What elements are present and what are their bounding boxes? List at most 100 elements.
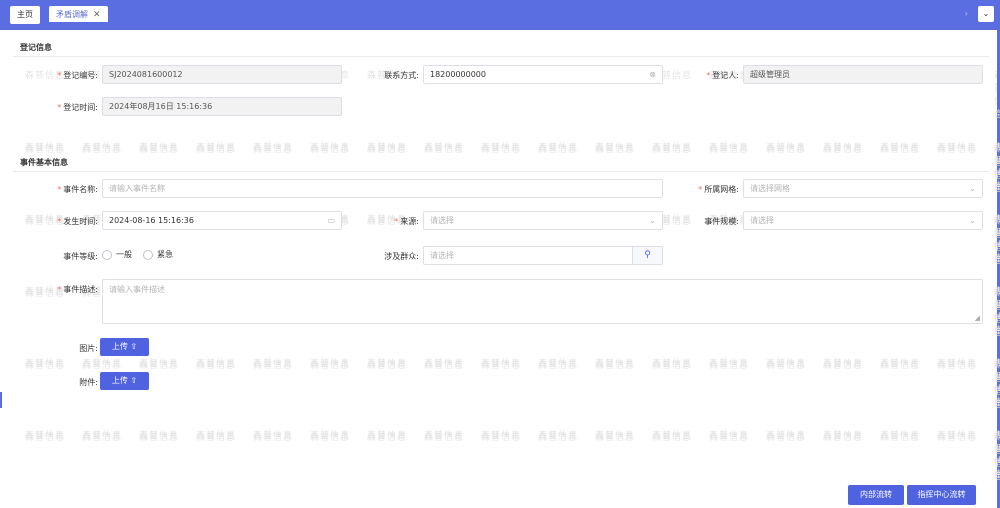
watermark-text: 森普信息 xyxy=(994,359,1000,408)
event-name-input[interactable]: 请输入事件名称 xyxy=(102,179,663,198)
source-label: * 来源: xyxy=(394,217,419,226)
command-center-button[interactable]: 指挥中心流转 xyxy=(907,485,976,505)
section-register-title: 登记信息 xyxy=(20,43,52,52)
watermark-text: 森普信息 xyxy=(310,361,351,371)
watermark-text: 森普信息 xyxy=(196,145,237,155)
watermark-text: 森普信息 xyxy=(367,361,408,371)
watermark-text: 森普信息 xyxy=(880,431,921,441)
watermark-text: 森普信息 xyxy=(880,145,921,155)
chevron-down-icon: ⌄ xyxy=(969,184,976,193)
upload-image-button[interactable]: 上传 ⇧ xyxy=(100,338,149,356)
watermark-text: 森普信息 xyxy=(481,359,522,369)
event-name-label: * 事件名称: xyxy=(57,185,98,194)
watermark-text: 森普信息 xyxy=(253,361,294,371)
watermark-text: 森普信息 xyxy=(139,431,180,441)
watermark-text: 森普信息 xyxy=(823,145,864,155)
register-time-field: 2024年08月16日 15:16:36 xyxy=(102,97,342,116)
watermark-text: 森普信息 xyxy=(766,359,807,369)
level-radio-urgent[interactable]: 紧急 xyxy=(143,249,173,260)
chevron-down-icon: ⌄ xyxy=(649,216,656,225)
watermark-text: 森普信息 xyxy=(367,431,408,441)
watermark-text: 森普信息 xyxy=(766,145,807,155)
internal-flow-button[interactable]: 内部流转 xyxy=(848,485,904,505)
close-icon[interactable]: ✕ xyxy=(93,10,101,20)
source-select[interactable]: 请选择 ⌄ xyxy=(423,211,663,230)
watermark-text: 森普信息 xyxy=(538,143,579,153)
watermark-text: 森普信息 xyxy=(82,359,123,369)
watermark-text: 森普信息 xyxy=(310,431,351,441)
watermark-text: 森普信息 xyxy=(25,359,66,369)
watermark-text: 森普信息 xyxy=(139,433,180,443)
watermark-text: 森普信息 xyxy=(994,145,1000,194)
watermark-text: 森普信息 xyxy=(994,361,1000,410)
watermark-text: 森普信息 xyxy=(253,431,294,441)
watermark-text: 森普信息 xyxy=(25,145,66,155)
watermark-text: 森普信息 xyxy=(937,145,978,155)
watermark-text: 森普信息 xyxy=(25,143,66,153)
watermark-text: 森普信息 xyxy=(709,359,750,369)
watermark-text: 森普信息 xyxy=(994,287,1000,336)
section-event-title: 事件基本信息 xyxy=(20,158,68,167)
watermark-text: 森普信息 xyxy=(82,361,123,371)
watermark-text: 森普信息 xyxy=(937,359,978,369)
watermark-text: 森普信息 xyxy=(937,143,978,153)
watermark-text: 森普信息 xyxy=(652,143,693,153)
level-radio-normal[interactable]: 一般 xyxy=(102,249,132,260)
watermark-text: 森普信息 xyxy=(766,433,807,443)
watermark-text: 森普信息 xyxy=(880,143,921,153)
scale-placeholder: 请选择 xyxy=(750,216,774,225)
watermark-text: 森普信息 xyxy=(253,145,294,155)
upload-attach-button[interactable]: 上传 ⇧ xyxy=(100,372,149,390)
watermark-text: 森普信息 xyxy=(709,143,750,153)
form-panel: 森普信息 森普信息 森普信息 森普信息 森普信息 森普信息 森普信息 森普信息 森普信息 森普信息… xyxy=(3,30,1000,508)
radio-circle[interactable] xyxy=(143,249,153,260)
watermark-text: 森普信息 xyxy=(937,433,978,443)
tab-home[interactable]: 主页 xyxy=(10,6,40,24)
watermark-text: 森普信息 xyxy=(139,359,180,369)
code-label: * 登记编号: xyxy=(57,71,98,80)
watermark-text: 森普信息 xyxy=(766,361,807,371)
watermark-text: 森普信息 xyxy=(766,431,807,441)
watermark-text: 森普信息 xyxy=(538,433,579,443)
tab-home-label: 主页 xyxy=(17,10,33,19)
watermark-text: 森普信息 xyxy=(652,145,693,155)
occur-time-value: 2024-08-16 15:16:36 xyxy=(109,216,194,225)
grid-placeholder: 请选择网格 xyxy=(750,184,790,193)
people-select[interactable]: 请选择 ⚲ xyxy=(423,246,663,265)
radio-circle[interactable] xyxy=(102,249,112,260)
phone-field[interactable]: 18200000000 ⊗ xyxy=(423,65,663,84)
grid-select[interactable]: 请选择网格 ⌄ xyxy=(743,179,983,198)
watermark-text: 森普信息 xyxy=(310,433,351,443)
tab-mediation[interactable]: 矛盾调解 ✕ xyxy=(49,6,108,24)
watermark-text: 森普信息 xyxy=(82,145,123,155)
watermark-text: 森普信息 xyxy=(652,433,693,443)
registrar-field: 超级管理员 xyxy=(743,65,983,84)
watermark-text: 森普信息 xyxy=(310,145,351,155)
chevron-right-icon[interactable]: › xyxy=(965,9,968,18)
watermark-text: 森普信息 xyxy=(595,433,636,443)
watermark-text: 森普信息 xyxy=(139,361,180,371)
clear-icon[interactable]: ⊗ xyxy=(649,66,656,83)
watermark-text: 森普信息 xyxy=(595,361,636,371)
watermark-text: 森普信息 xyxy=(880,433,921,443)
watermark-text: 森普信息 xyxy=(196,361,237,371)
watermark-text: 森普信息 xyxy=(823,361,864,371)
scale-select[interactable]: 请选择 ⌄ xyxy=(743,211,983,230)
watermark-text: 森普信息 xyxy=(709,145,750,155)
chevron-down-icon: ⌄ xyxy=(969,216,976,225)
registrar-label: * 登记人: xyxy=(706,71,739,80)
watermark-text: 森普信息 xyxy=(82,431,123,441)
search-icon[interactable]: ⚲ xyxy=(632,247,662,264)
chevron-down-icon[interactable]: ⌄ xyxy=(978,6,994,22)
watermark-text: 森普信息 xyxy=(652,359,693,369)
resize-handle-icon[interactable]: ◢ xyxy=(975,314,980,322)
watermark-text: 森普信息 xyxy=(424,145,465,155)
level-label: 事件等级: xyxy=(63,252,98,261)
watermark-text: 森普信息 xyxy=(253,433,294,443)
occur-time-picker[interactable]: 2024-08-16 15:16:36 ▭ xyxy=(102,211,342,230)
desc-textarea[interactable]: 请输入事件描述 ◢ xyxy=(102,279,983,324)
watermark-text: 森普信息 xyxy=(196,359,237,369)
watermark-text: 森普信息 xyxy=(424,433,465,443)
section-divider xyxy=(13,56,989,57)
watermark-text: 森普信息 xyxy=(538,431,579,441)
